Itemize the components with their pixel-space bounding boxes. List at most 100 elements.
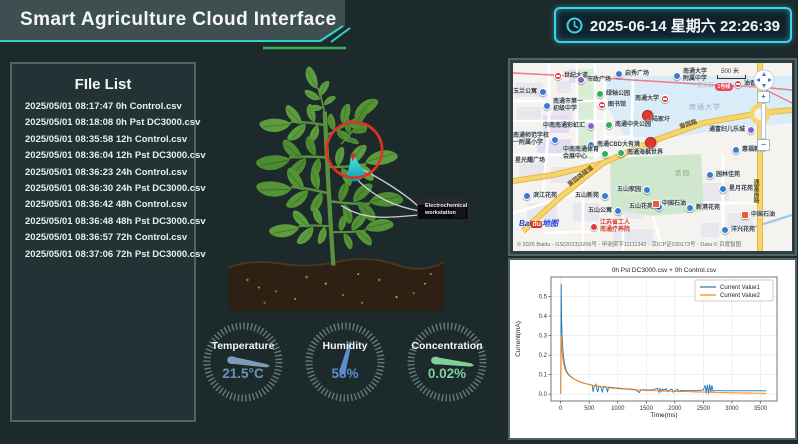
map-poi[interactable]: 南通中央公园 <box>605 121 651 129</box>
soil <box>228 259 444 310</box>
petro-station-icon <box>741 211 749 219</box>
chart-panel: 05001000150020002500300035000.00.10.20.3… <box>508 258 797 440</box>
file-list-item[interactable]: 2025/05/01 08:36:04 12h Pst DC3000.csv <box>25 148 188 164</box>
poi-icon <box>719 185 727 193</box>
map-poi[interactable]: 图书馆 <box>598 101 626 109</box>
gauge-value: 0.02% <box>403 366 491 381</box>
map-zoom-in-button[interactable]: + <box>757 91 770 103</box>
map-poi[interactable]: 玉兰公寓 <box>513 88 547 96</box>
road-closed-icon <box>598 101 606 109</box>
svg-text:3500: 3500 <box>754 406 768 412</box>
map-poi[interactable]: 南通市第一 初级中学 <box>543 99 583 113</box>
svg-text:0.4: 0.4 <box>539 314 548 320</box>
svg-text:Time(ms): Time(ms) <box>650 412 677 419</box>
svg-text:Current Value1: Current Value1 <box>720 285 761 291</box>
poi-icon <box>601 192 609 200</box>
map-zoom-out-button[interactable]: − <box>757 139 770 151</box>
hospital-icon <box>590 223 598 231</box>
svg-text:0.1: 0.1 <box>539 373 548 379</box>
file-list-item[interactable]: 2025/05/01 08:36:42 48h Control.csv <box>25 197 188 213</box>
file-list-item[interactable]: 2025/05/01 08:36:57 72h Control.csv <box>25 230 188 246</box>
road-label: 通富南路 <box>751 179 760 203</box>
map-poi[interactable]: 中南南通彩虹汇 <box>543 122 595 130</box>
map-zoom-slider[interactable] <box>761 103 766 139</box>
poi-icon <box>551 136 559 144</box>
map-poi[interactable]: 中南南通体育 会展中心 <box>563 147 609 161</box>
map-poi[interactable]: 通富妇儿乐城 <box>709 126 755 134</box>
road-closed-icon <box>661 95 669 103</box>
park-label: 啬园 <box>675 167 690 177</box>
poi-icon <box>577 76 585 84</box>
petro-station-icon <box>652 200 660 208</box>
datetime-text: 2025-06-14 星期六 22:26:39 <box>590 15 780 36</box>
poi-icon <box>523 192 531 200</box>
road-closed-icon <box>554 72 562 80</box>
gauge-value: 58% <box>301 366 389 381</box>
file-list-panel: FIle List 2025/05/01 08:17:47 0h Control… <box>10 62 196 422</box>
file-list-item[interactable]: 2025/05/01 08:36:23 24h Control.csv <box>25 165 188 181</box>
poi-icon <box>596 90 604 98</box>
map-poi[interactable]: 星月花苑 <box>719 185 753 193</box>
map-poi[interactable]: 园林佳苑 <box>706 171 740 179</box>
plant-illustration <box>205 62 500 320</box>
baidu-logo[interactable]: Baidu地图 <box>519 218 558 229</box>
map-poi[interactable]: 五山公寓 <box>588 207 622 215</box>
map-poi[interactable]: 南通海枫世界 <box>617 149 663 157</box>
poi-icon <box>605 121 613 129</box>
gauge-label: Concentration <box>403 340 491 352</box>
map-poi[interactable]: 中国石油 <box>652 200 686 208</box>
datetime-badge: 2025-06-14 星期六 22:26:39 <box>554 7 792 43</box>
map-panel: 世纪大道 市政广场 启秀广场 南通大学 附属中学 玉兰公寓 南通市第一 初级中学… <box>508 58 797 256</box>
svg-text:Current Value2: Current Value2 <box>720 293 761 299</box>
map-poi[interactable]: 滨江花苑 <box>523 192 557 200</box>
poi-icon <box>706 171 714 179</box>
road-closed-icon <box>734 80 742 88</box>
gauge-label: Humidity <box>301 340 389 352</box>
poi-icon <box>614 207 622 215</box>
baidu-map[interactable]: 世纪大道 市政广场 启秀广场 南通大学 附属中学 玉兰公寓 南通市第一 初级中学… <box>513 63 792 251</box>
poi-icon <box>732 146 740 154</box>
poi-icon <box>601 150 609 158</box>
map-compass-control[interactable] <box>753 69 775 91</box>
map-poi[interactable]: 洋兴花苑 <box>721 226 755 234</box>
map-poi[interactable]: 启秀广场 <box>615 70 649 78</box>
file-list-item[interactable]: 2025/05/01 08:17:47 0h Control.csv <box>25 99 188 115</box>
current-line-chart: 05001000150020002500300035000.00.10.20.3… <box>511 263 790 433</box>
file-list-item[interactable]: 2025/05/01 08:36:48 48h Pst DC3000.csv <box>25 214 188 230</box>
poi-icon <box>543 102 551 110</box>
workstation-label: Electrochemical workstation <box>425 203 475 217</box>
file-list-item[interactable]: 2025/05/01 08:18:08 0h Pst DC3000.csv <box>25 115 188 131</box>
map-poi[interactable]: 五山家园 <box>617 186 651 194</box>
map-poi[interactable]: 市政广场 <box>577 76 611 84</box>
map-street-label: 贲头街 <box>697 81 714 89</box>
svg-text:0.5: 0.5 <box>539 295 548 301</box>
file-list-item[interactable]: 2025/05/01 08:35:58 12h Control.csv <box>25 132 188 148</box>
svg-text:0h Pst DC3000.csv + 0h Control: 0h Pst DC3000.csv + 0h Control.csv <box>612 267 717 274</box>
poi-icon <box>721 226 729 234</box>
map-poi[interactable]: 新港花苑 <box>686 204 720 212</box>
gauge-label: Temperature <box>199 340 287 352</box>
map-poi[interactable]: 南通师范学校 一附属小学 <box>513 133 559 147</box>
svg-text:Current(mA): Current(mA) <box>515 321 522 357</box>
poi-icon <box>643 186 651 194</box>
file-list-title: FIle List <box>12 76 194 93</box>
poi-icon <box>673 72 681 80</box>
file-list-item[interactable]: 2025/05/01 08:37:06 72h Pst DC3000.csv <box>25 247 188 263</box>
map-poi[interactable]: 南通大学 <box>635 95 669 103</box>
svg-text:3000: 3000 <box>725 406 739 412</box>
map-poi-label: 星光耀广场 <box>515 158 545 165</box>
file-list-item[interactable]: 2025/05/01 08:36:30 24h Pst DC3000.csv <box>25 181 188 197</box>
map-scale-bar <box>717 75 746 79</box>
campus-label: 南通大学 <box>689 102 721 112</box>
map-poi[interactable]: 江苏省工人 南通疗养院 <box>590 220 630 234</box>
svg-text:500: 500 <box>584 406 595 412</box>
poi-icon <box>539 88 547 96</box>
svg-text:0.3: 0.3 <box>539 334 548 340</box>
map-poi[interactable]: 绿轴公园 <box>596 90 630 98</box>
map-poi-label: 陆家圩 <box>652 117 670 124</box>
map-poi[interactable]: 中国石油 <box>741 211 775 219</box>
map-poi[interactable]: 五山新苑 <box>575 192 609 200</box>
svg-text:0.2: 0.2 <box>539 353 548 359</box>
gauge-temperature: Temperature 21.5°C <box>199 318 287 406</box>
gauge-humidity: Humidity 58% <box>301 318 389 406</box>
